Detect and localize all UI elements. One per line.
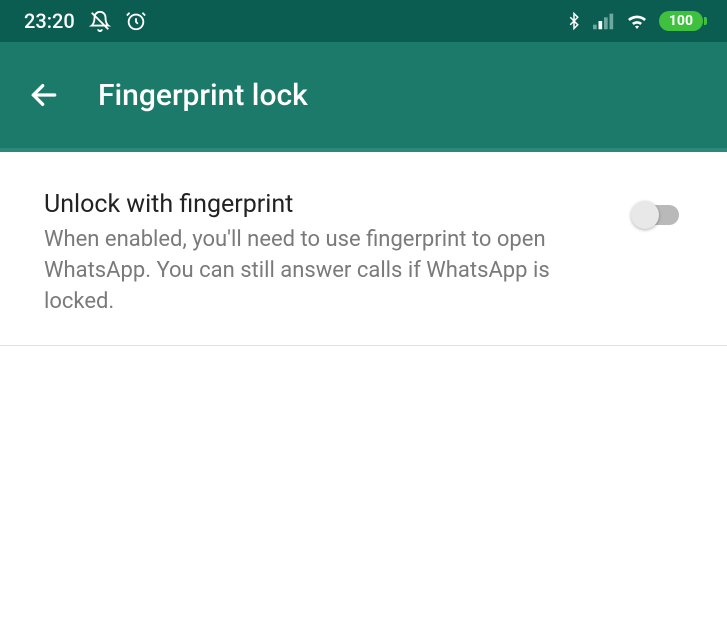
signal-icon <box>593 12 615 30</box>
page-title: Fingerprint lock <box>98 78 308 113</box>
alarm-icon <box>125 10 147 32</box>
status-bar-right: 100 <box>565 10 703 32</box>
setting-description: When enabled, you'll need to use fingerp… <box>44 225 601 317</box>
bell-slash-icon <box>89 10 111 32</box>
status-bar-left: 23:20 <box>24 9 147 33</box>
fingerprint-unlock-setting[interactable]: Unlock with fingerprint When enabled, yo… <box>0 152 727 346</box>
status-time: 23:20 <box>24 9 75 33</box>
switch-thumb <box>631 201 659 229</box>
status-bar: 23:20 <box>0 0 727 42</box>
battery-level: 100 <box>669 13 693 29</box>
setting-text-block: Unlock with fingerprint When enabled, yo… <box>44 190 631 317</box>
settings-content: Unlock with fingerprint When enabled, yo… <box>0 152 727 346</box>
app-bar: Fingerprint lock <box>0 42 727 152</box>
bluetooth-icon <box>565 10 583 32</box>
back-button[interactable] <box>28 79 60 111</box>
setting-title: Unlock with fingerprint <box>44 190 601 219</box>
battery-indicator: 100 <box>659 11 703 31</box>
wifi-icon <box>625 11 649 31</box>
fingerprint-toggle[interactable] <box>631 200 683 220</box>
